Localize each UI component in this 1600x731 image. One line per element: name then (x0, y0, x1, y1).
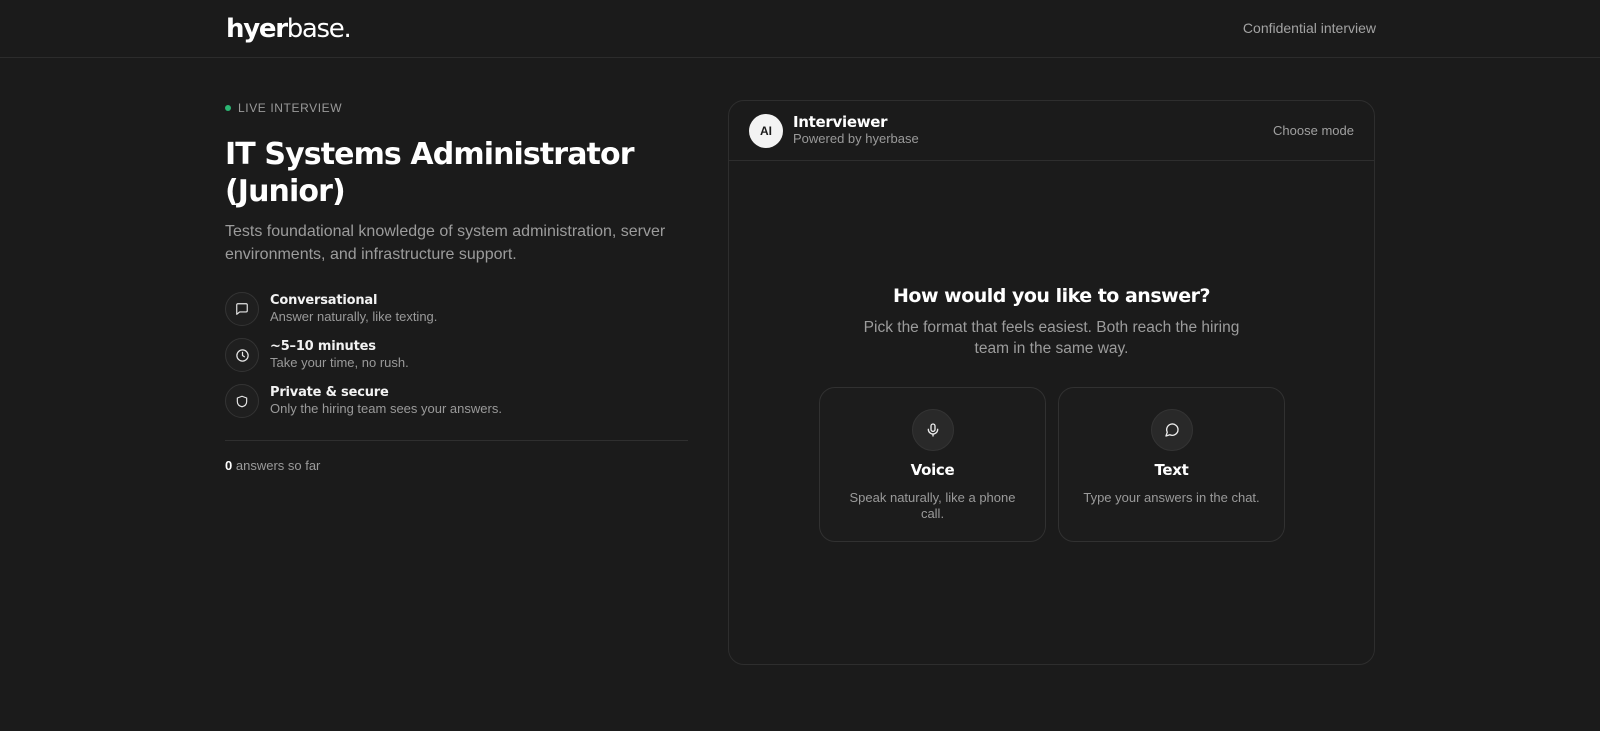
feature-subtitle: Take your time, no rush. (270, 355, 409, 370)
feature-subtitle: Answer naturally, like texting. (270, 309, 438, 324)
answers-counter: 0 answers so far (225, 458, 688, 473)
logo-bold-text: hyer (226, 14, 288, 44)
option-subtitle: Speak naturally, like a phone call. (849, 490, 1016, 521)
option-title: Voice (910, 461, 955, 479)
feature-list: Conversational Answer naturally, like te… (225, 292, 688, 418)
live-status: LIVE INTERVIEW (225, 100, 688, 116)
interviewer-subtitle: Powered by hyerbase (793, 131, 919, 146)
feature-duration: ~5–10 minutes Take your time, no rush. (225, 338, 688, 372)
hyerbase-logo[interactable]: hyerbase. (226, 13, 352, 45)
mode-prompt: How would you like to answer? Pick the f… (729, 284, 1374, 359)
feature-conversational: Conversational Answer naturally, like te… (225, 292, 688, 326)
feature-title: ~5–10 minutes (270, 339, 376, 354)
confidential-label: Confidential interview (1242, 20, 1376, 36)
interviewer-title: Interviewer (793, 113, 888, 131)
prompt-subtitle: Pick the format that feels easiest. Both… (863, 319, 1240, 357)
mode-options: Voice Speak naturally, like a phone call… (819, 387, 1285, 542)
microphone-icon (911, 409, 954, 451)
interviewer-panel: AI Interviewer Powered by hyerbase Choos… (728, 100, 1375, 665)
live-label: LIVE INTERVIEW (238, 101, 343, 115)
text-option-button[interactable]: Text Type your answers in the chat. (1058, 387, 1285, 542)
answers-label: answers so far (235, 458, 321, 473)
option-subtitle: Type your answers in the chat. (1083, 490, 1260, 505)
feature-title: Conversational (270, 293, 378, 308)
answers-count: 0 (225, 458, 233, 473)
panel-header: AI Interviewer Powered by hyerbase Choos… (729, 101, 1374, 161)
interview-title: IT Systems Administrator (Junior) (225, 137, 635, 209)
ai-avatar: AI (749, 113, 783, 148)
logo-light-text: base. (286, 14, 352, 44)
live-dot-icon (225, 105, 231, 111)
interview-info: LIVE INTERVIEW IT Systems Administrator … (225, 100, 688, 473)
prompt-title: How would you like to answer? (893, 285, 1210, 307)
shield-icon (225, 384, 259, 418)
choose-mode-label: Choose mode (1273, 123, 1354, 138)
chat-bubble-icon (225, 292, 259, 326)
top-bar: hyerbase. Confidential interview (0, 0, 1600, 58)
feature-privacy: Private & secure Only the hiring team se… (225, 384, 688, 418)
interview-description: Tests foundational knowledge of system a… (225, 223, 666, 263)
option-title: Text (1154, 461, 1189, 479)
feature-subtitle: Only the hiring team sees your answers. (270, 401, 502, 416)
divider (225, 440, 688, 441)
feature-title: Private & secure (270, 385, 389, 400)
clock-icon (225, 338, 259, 372)
voice-option-button[interactable]: Voice Speak naturally, like a phone call… (819, 387, 1046, 542)
chat-bubble-icon (1150, 409, 1193, 451)
